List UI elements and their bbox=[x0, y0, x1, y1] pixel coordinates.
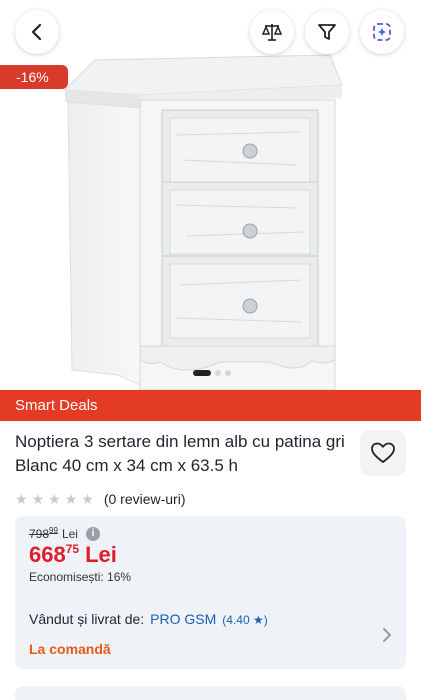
rating-stars: ★ ★ ★ ★ ★ bbox=[15, 492, 94, 506]
rating-row[interactable]: ★ ★ ★ ★ ★ (0 review-uri) bbox=[15, 489, 186, 509]
compare-button[interactable] bbox=[250, 10, 294, 54]
star-icon: ★ bbox=[81, 491, 94, 507]
seller-name-link[interactable]: PRO GSM bbox=[150, 611, 216, 627]
gallery-dot[interactable] bbox=[193, 370, 211, 376]
info-icon[interactable]: i bbox=[85, 526, 100, 541]
next-section-card bbox=[15, 686, 406, 700]
price-card: 79899 Lei i 66875 Lei Economisești: 16% V… bbox=[15, 516, 406, 669]
availability-status: La comandă bbox=[29, 641, 111, 657]
discount-badge: -16% bbox=[0, 65, 68, 89]
favorite-button[interactable] bbox=[360, 430, 406, 476]
old-price: 79899 bbox=[29, 526, 58, 541]
gallery-dot[interactable] bbox=[215, 370, 221, 376]
ai-assistant-button[interactable] bbox=[360, 10, 404, 54]
chevron-right-icon[interactable] bbox=[381, 626, 393, 644]
gallery-dot[interactable] bbox=[225, 370, 231, 376]
smart-deals-banner[interactable]: Smart Deals bbox=[0, 390, 421, 421]
product-image bbox=[63, 54, 343, 390]
heart-icon bbox=[371, 442, 395, 463]
seller-label: Vândut și livrat de: bbox=[29, 611, 145, 627]
star-icon: ★ bbox=[48, 491, 61, 507]
product-image-gallery[interactable]: -16% bbox=[0, 0, 421, 390]
filter-button[interactable] bbox=[305, 10, 349, 54]
star-icon: ★ bbox=[15, 491, 28, 507]
old-price-row: 79899 Lei i bbox=[29, 526, 100, 541]
old-price-currency: Lei bbox=[61, 526, 78, 541]
product-title: Noptiera 3 sertare din lemn alb cu patin… bbox=[15, 432, 345, 475]
star-icon: ★ bbox=[31, 491, 45, 507]
ai-sparkle-icon bbox=[373, 23, 391, 41]
seller-rating: (4.40 ★) bbox=[222, 613, 268, 627]
gallery-pagination[interactable] bbox=[193, 370, 231, 376]
back-button[interactable] bbox=[15, 10, 59, 54]
compare-icon bbox=[261, 24, 283, 41]
star-icon: ★ bbox=[64, 491, 78, 507]
chevron-left-icon bbox=[31, 23, 42, 41]
current-price: 66875 Lei bbox=[29, 541, 117, 567]
filter-icon bbox=[318, 24, 336, 40]
reviews-count-link[interactable]: (0 review-uri) bbox=[104, 491, 186, 507]
savings-label: Economisești: 16% bbox=[29, 570, 132, 584]
seller-row[interactable]: Vândut și livrat de: PRO GSM (4.40 ★) bbox=[29, 611, 268, 627]
